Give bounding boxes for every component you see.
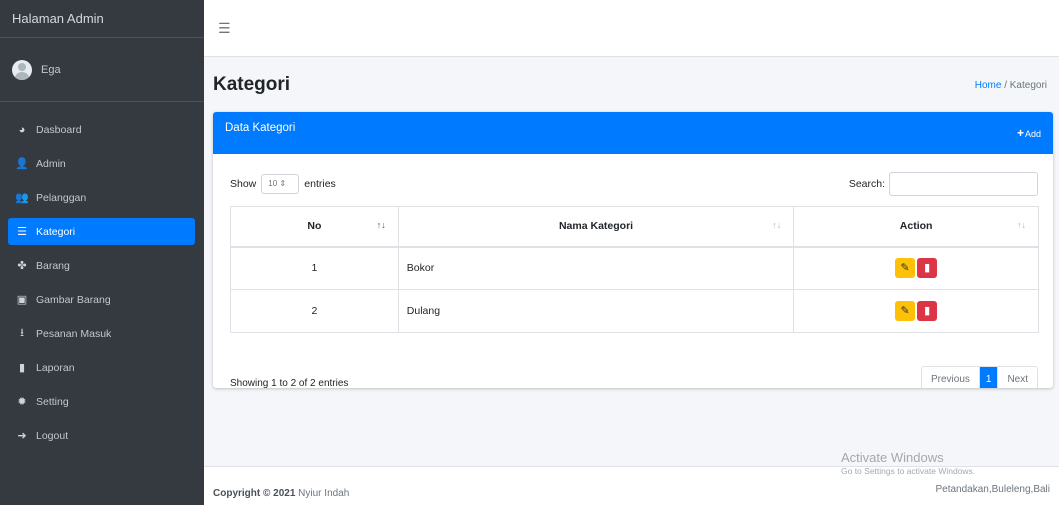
card-title: Data Kategori	[225, 122, 296, 134]
sidebar-item-label: Pesanan Masuk	[36, 327, 112, 340]
cell-action: ✎ ▮	[793, 246, 1039, 290]
pagination: Previous 1 Next	[920, 366, 1038, 388]
edit-icon: ✎	[900, 262, 910, 275]
footer-location: Petandakan,Buleleng,Bali	[935, 484, 1050, 495]
trash-icon: ▮	[924, 262, 931, 275]
sidebar-item-label: Dasboard	[36, 123, 82, 136]
cell-action: ✎ ▮	[793, 289, 1039, 333]
table-header-row: No ↑↓ Nama Kategori ↑↓ Action ↑↓	[230, 206, 1039, 248]
trash-icon: ▮	[924, 305, 931, 317]
shapes-icon: ✤	[17, 260, 27, 272]
breadcrumb-separator: /	[1004, 80, 1007, 91]
entries-length-control: Show 10 ⇕ entries	[230, 174, 336, 194]
breadcrumb: Home / Kategori	[975, 80, 1047, 91]
sidebar-item-label: Pelanggan	[36, 191, 87, 204]
sort-updown-icon: ⇕	[279, 179, 287, 188]
column-header-label: Nama Kategori	[558, 220, 634, 233]
cell-nama-kategori: Dulang	[397, 289, 795, 333]
sidebar: Halaman Admin Ega ◕ Dasboard 👤 Admin 👥 Pela…	[0, 0, 204, 505]
copyright: Copyright © 2021 Nyiur Indah	[213, 488, 349, 499]
sidebar-item-barang[interactable]: ✤ Barang	[8, 252, 195, 279]
sort-icon: ↑↓	[772, 220, 782, 230]
entries-select[interactable]: 10 ⇕	[261, 174, 300, 194]
plus-icon: +	[1016, 126, 1024, 140]
copyright-label: Copyright © 2021	[213, 488, 296, 499]
column-header-no[interactable]: No ↑↓	[230, 206, 399, 248]
data-kategori-card: Data Kategori +Add Show 10 ⇕ entries Sea…	[213, 112, 1053, 388]
cell-no: 1	[230, 246, 399, 290]
sidebar-item-label: Kategori	[36, 225, 76, 238]
user-name[interactable]: Ega	[41, 64, 61, 76]
menu-toggle-icon[interactable]: ☰	[218, 20, 231, 37]
watermark-title: Activate Windows	[841, 450, 944, 465]
edit-button[interactable]: ✎	[895, 258, 916, 279]
breadcrumb-current: Kategori	[1009, 80, 1047, 91]
add-button[interactable]: +Add	[1017, 126, 1041, 140]
sidebar-item-laporan[interactable]: ▮ Laporan	[8, 354, 195, 381]
sidebar-item-label: Barang	[36, 259, 70, 272]
column-header-action[interactable]: Action ↑↓	[793, 206, 1039, 248]
avatar	[12, 59, 32, 80]
sidebar-item-logout[interactable]: ➜ Logout	[8, 422, 195, 449]
card-header: Data Kategori +Add	[213, 112, 1053, 154]
user-panel: Ega	[0, 38, 204, 102]
sidebar-item-label: Setting	[36, 395, 69, 408]
edit-button[interactable]: ✎	[895, 301, 916, 321]
show-label: Show	[230, 178, 257, 190]
sidebar-nav: ◕ Dasboard 👤 Admin 👥 Pelanggan ☰ Kategori ✤ B…	[0, 102, 204, 449]
edit-icon: ✎	[900, 305, 910, 317]
sidebar-item-label: Logout	[36, 429, 69, 442]
sidebar-item-label: Admin	[36, 157, 66, 170]
column-header-label: Action	[899, 220, 933, 233]
download-icon: ⭳	[20, 327, 24, 339]
previous-button[interactable]: Previous	[921, 367, 979, 388]
table-info: Showing 1 to 2 of 2 entries	[230, 378, 349, 388]
entries-label: entries	[304, 178, 336, 190]
cell-no: 2	[230, 289, 399, 333]
sidebar-item-label: Laporan	[36, 361, 75, 374]
search-label: Search:	[848, 178, 885, 190]
sidebar-item-dasboard[interactable]: ◕ Dasboard	[8, 116, 195, 143]
sort-asc-icon: ↑↓	[376, 220, 386, 230]
brand-link[interactable]: Halaman Admin	[0, 0, 204, 38]
top-navbar: ☰	[204, 0, 1059, 57]
table-row: 1 Bokor ✎ ▮	[230, 246, 1039, 290]
sign-out-icon: ➜	[17, 430, 27, 442]
delete-button[interactable]: ▮	[917, 301, 938, 321]
breadcrumb-home-link[interactable]: Home	[975, 80, 1002, 91]
delete-button[interactable]: ▮	[917, 258, 938, 279]
sidebar-item-kategori[interactable]: ☰ Kategori	[8, 218, 195, 245]
image-icon: ▣	[16, 294, 28, 306]
page-title: Kategori	[213, 74, 291, 95]
next-button[interactable]: Next	[997, 367, 1037, 388]
sidebar-item-gambar-barang[interactable]: ▣ Gambar Barang	[8, 286, 195, 313]
kategori-table: No ↑↓ Nama Kategori ↑↓ Action ↑↓ 1 Bokor ✎ ▮…	[230, 206, 1039, 333]
entries-select-value: 10	[268, 179, 278, 188]
list-icon: ☰	[17, 226, 27, 238]
gear-icon: ✹	[17, 396, 27, 408]
users-icon: 👥	[15, 192, 29, 204]
column-header-nama-kategori[interactable]: Nama Kategori ↑↓	[397, 206, 795, 248]
cell-nama-kategori: Bokor	[397, 246, 795, 290]
sidebar-item-setting[interactable]: ✹ Setting	[8, 388, 195, 415]
search-input[interactable]	[889, 172, 1038, 196]
column-header-label: No	[307, 220, 322, 233]
sidebar-item-pesanan-masuk[interactable]: ⭳ Pesanan Masuk	[8, 320, 195, 347]
user-icon: 👤	[15, 158, 29, 170]
page-1-button[interactable]: 1	[978, 367, 998, 388]
tachometer-icon: ◕	[18, 123, 26, 136]
copyright-owner: Nyiur Indah	[298, 488, 350, 499]
table-row: 2 Dulang ✎ ▮	[230, 289, 1039, 333]
sort-icon: ↑↓	[1017, 220, 1026, 230]
search-control: Search:	[849, 172, 1038, 196]
file-icon: ▮	[18, 362, 26, 374]
footer: Copyright © 2021 Nyiur Indah Petandakan,…	[204, 466, 1059, 505]
add-button-label: Add	[1024, 129, 1041, 139]
sidebar-item-admin[interactable]: 👤 Admin	[8, 150, 195, 177]
sidebar-item-label: Gambar Barang	[36, 293, 111, 306]
sidebar-item-pelanggan[interactable]: 👥 Pelanggan	[8, 184, 195, 211]
